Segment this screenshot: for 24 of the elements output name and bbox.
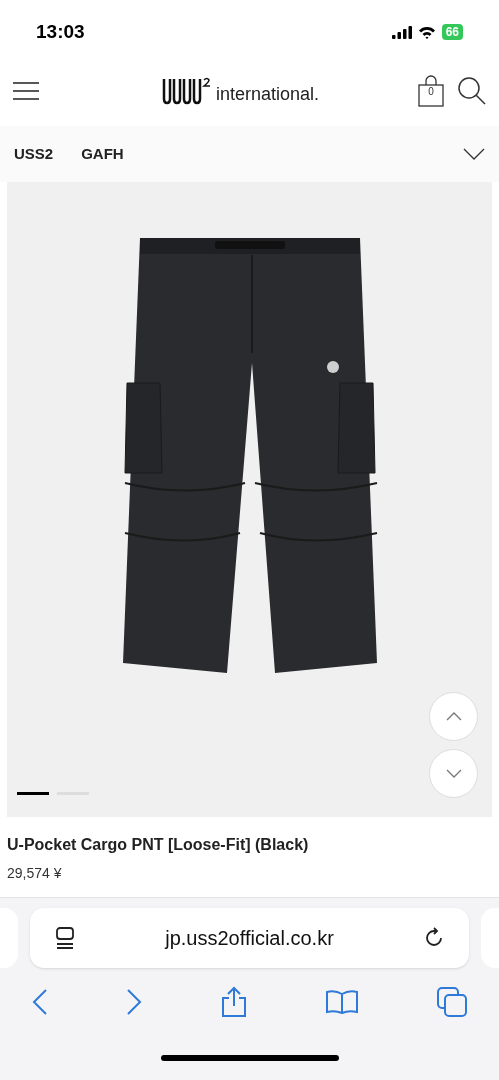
back-icon[interactable] xyxy=(32,989,48,1015)
logo-icon xyxy=(161,77,212,105)
battery-level: 66 xyxy=(441,24,463,40)
search-icon[interactable] xyxy=(457,76,487,106)
forward-icon[interactable] xyxy=(125,989,142,1015)
menu-icon[interactable] xyxy=(12,81,40,101)
product-name: U-Pocket Cargo PNT [Loose-Fit] (Black) xyxy=(7,835,310,855)
signal-icon xyxy=(391,25,412,39)
product-price: 29,574 ¥ xyxy=(7,864,63,883)
logo-text: international. xyxy=(215,85,320,105)
reader-icon[interactable] xyxy=(54,926,76,950)
wifi-icon xyxy=(417,25,436,39)
status-time: 13:03 xyxy=(36,19,85,44)
tabs-icon[interactable] xyxy=(437,987,467,1017)
reload-icon[interactable] xyxy=(423,927,445,949)
category-tab[interactable]: GAFH xyxy=(81,142,124,166)
share-icon[interactable] xyxy=(219,986,248,1018)
chevron-up-icon xyxy=(445,712,462,721)
chevron-down-icon[interactable] xyxy=(463,148,485,160)
chevron-down-icon xyxy=(445,769,462,778)
url-text: jp.uss2official.co.kr xyxy=(163,926,335,951)
category-tab[interactable]: USS2 xyxy=(14,142,54,166)
address-bar[interactable]: jp.uss2official.co.kr xyxy=(30,908,469,968)
bookmarks-icon[interactable] xyxy=(325,989,360,1015)
